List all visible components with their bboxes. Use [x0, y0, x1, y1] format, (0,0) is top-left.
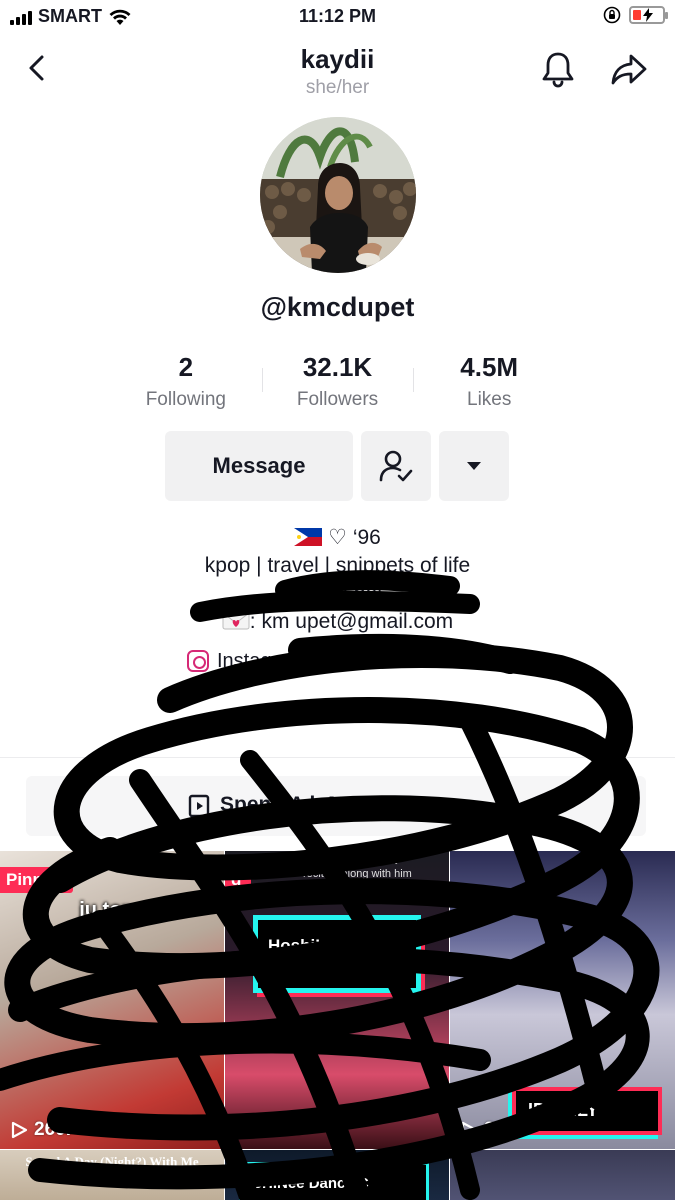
view-count: 85 — [460, 1119, 505, 1141]
status-time: 11:12 PM — [298, 6, 377, 26]
video-tag: IDUBILY — [512, 1087, 662, 1135]
instagram-icon — [187, 650, 209, 672]
pinned-badge: Pinned — [0, 867, 73, 893]
avatar[interactable] — [260, 117, 416, 273]
stat-following[interactable]: 2 Following — [110, 352, 262, 411]
bell-icon[interactable] — [540, 50, 576, 88]
username: @kmcdupet — [260, 292, 415, 322]
love-letter-icon — [222, 612, 250, 630]
following-count: 2 — [178, 352, 194, 382]
video-tile[interactable]: SHINee Dance C — [225, 1150, 449, 1200]
video-tile[interactable]: me Pinned ju tops 260. — [0, 851, 224, 1149]
message-button[interactable]: Message — [165, 431, 353, 501]
friends-button[interactable] — [361, 431, 431, 501]
followers-count: 32.1K — [302, 352, 373, 382]
instagram-link-text: Instagram — [217, 649, 306, 672]
video-overlay-text: ju tops — [79, 899, 145, 921]
sun-behind-cloud-icon — [488, 795, 514, 818]
user-check-icon — [379, 450, 413, 482]
status-indicators — [603, 6, 668, 24]
playlist-label: Spend A h Me — [220, 793, 358, 816]
view-count-text: 260. — [34, 1119, 71, 1140]
view-count: 260. — [10, 1119, 71, 1141]
stat-likes: 4.5M Likes — [413, 352, 565, 411]
avatar-photo — [260, 117, 416, 273]
view-count-text: 85 — [484, 1119, 506, 1140]
orientation-lock-icon — [603, 6, 621, 24]
pinned-badge: d — [225, 867, 252, 893]
profile-stats: 2 Following 32.1K Followers 4.5M Likes — [110, 352, 565, 411]
share-icon[interactable] — [610, 50, 648, 88]
play-icon — [461, 1121, 478, 1139]
playlist-chip[interactable]: Spend A h Me — [26, 776, 646, 836]
status-bar: SMART 11:12 PM — [0, 0, 675, 36]
bio-line-1: ♡ ‘96 — [0, 524, 675, 552]
playlist-icon — [188, 794, 210, 818]
video-tile[interactable]: carats need to start reciting along with… — [225, 851, 449, 1149]
caret-down-icon — [467, 462, 481, 470]
bio-line-4: : km upet@gmail.com — [0, 608, 675, 636]
likes-count: 4.5M — [460, 352, 519, 382]
bio: ♡ ‘96 kpop | travel | snippets of life i… — [0, 524, 675, 636]
bio-line-1-text: ♡ ‘96 — [328, 526, 381, 549]
followers-label: Followers — [296, 389, 379, 410]
section-divider — [0, 757, 675, 758]
philippines-flag-icon — [294, 528, 323, 546]
bio-line-2: kpop | travel | snippets of life — [204, 554, 471, 577]
video-grid: me Pinned ju tops 260. carats need to st… — [0, 851, 675, 1200]
video-note: carats need to start reciting along with… — [303, 855, 427, 906]
video-caption-text: SHINee Dance C — [252, 1175, 369, 1192]
video-tile[interactable] — [450, 1150, 675, 1200]
bio-email: : km upet@gmail.com — [249, 610, 454, 633]
play-icon — [11, 1121, 28, 1139]
play-icon — [236, 1121, 253, 1139]
view-count-text: 1.2M — [259, 1119, 302, 1140]
video-caption: SHINee Dance C — [239, 1162, 429, 1200]
instagram-link[interactable]: Instagram — [187, 648, 497, 674]
video-title: Spend A Day (Night?) With Me — [25, 1154, 199, 1169]
view-count: 1.2M — [235, 1119, 301, 1141]
battery-charging-icon — [629, 6, 668, 24]
likes-label: Likes — [467, 389, 512, 410]
video-tile[interactable]: IDUBILY 85 — [450, 851, 675, 1149]
stat-followers[interactable]: 32.1K Followers — [261, 352, 414, 411]
following-label: Following — [145, 389, 226, 410]
video-tile[interactable]: Spend A Day (Night?) With Me — [0, 1150, 224, 1200]
video-caption-text: Hoshi’s ment — [268, 936, 375, 955]
video-tag-text: IDUBILY — [528, 1100, 599, 1120]
video-caption: Hoshi’s ment — [253, 915, 421, 993]
bio-line-3: ig: km pet — [291, 582, 384, 605]
more-options-button[interactable] — [439, 431, 509, 501]
